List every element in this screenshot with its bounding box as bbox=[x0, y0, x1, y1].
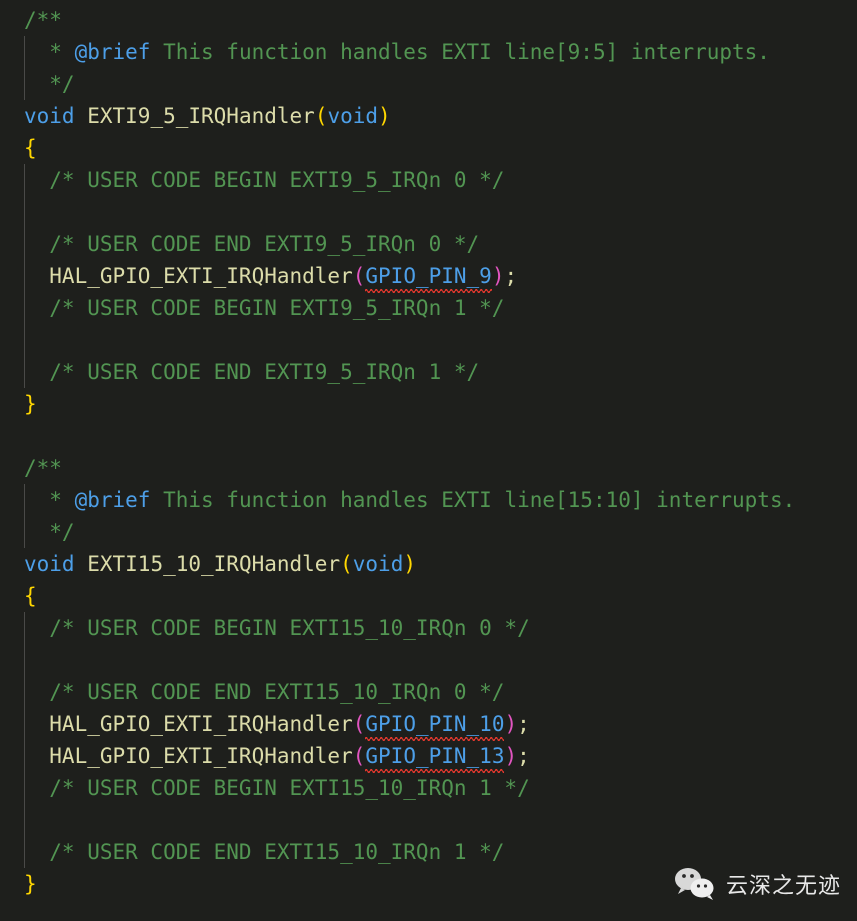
code-editor[interactable]: /** * @brief This function handles EXTI … bbox=[0, 0, 857, 921]
code-line: /** bbox=[0, 452, 857, 484]
semicolon: ; bbox=[517, 712, 530, 736]
code-line: { bbox=[0, 580, 857, 612]
paren-close: ) bbox=[504, 744, 518, 768]
paren-open: ( bbox=[314, 104, 328, 128]
code-line: { bbox=[0, 132, 857, 164]
comment-token: * bbox=[24, 488, 75, 512]
macro-argument: GPIO_PIN_10 bbox=[365, 708, 505, 741]
doc-tag-brief: @brief bbox=[74, 488, 151, 512]
paren-close: ) bbox=[504, 712, 518, 736]
code-line: /* USER CODE END EXTI9_5_IRQn 1 */ bbox=[0, 356, 857, 388]
watermark: 云深之无迹 bbox=[674, 867, 841, 901]
function-call-name: HAL_GPIO_EXTI_IRQHandler bbox=[24, 712, 353, 736]
code-line: */ bbox=[0, 516, 857, 548]
keyword-void: void bbox=[24, 552, 75, 576]
semicolon: ; bbox=[504, 264, 518, 288]
keyword-void-param: void bbox=[352, 552, 404, 576]
keyword-void-param: void bbox=[327, 104, 379, 128]
code-line: /** bbox=[0, 4, 857, 36]
paren-open: ( bbox=[352, 712, 366, 736]
code-line: /* USER CODE BEGIN EXTI15_10_IRQn 0 */ bbox=[0, 612, 857, 644]
comment-token: * bbox=[24, 40, 75, 64]
comment-token: /** bbox=[24, 8, 62, 32]
macro-argument: GPIO_PIN_13 bbox=[365, 740, 505, 773]
paren-open: ( bbox=[340, 552, 353, 576]
keyword-void: void bbox=[24, 104, 75, 128]
comment-token: /* USER CODE END EXTI9_5_IRQn 0 */ bbox=[24, 232, 480, 256]
function-name: EXTI9_5_IRQHandler bbox=[87, 104, 315, 128]
code-line: /* USER CODE BEGIN EXTI9_5_IRQn 1 */ bbox=[0, 292, 857, 324]
brace-close: } bbox=[24, 872, 37, 896]
comment-token: /* USER CODE BEGIN EXTI15_10_IRQn 0 */ bbox=[24, 616, 530, 640]
comment-token: /* USER CODE END EXTI9_5_IRQn 1 */ bbox=[24, 360, 480, 384]
comment-token: /* USER CODE BEGIN EXTI15_10_IRQn 1 */ bbox=[24, 776, 530, 800]
comment-token: This function handles EXTI line[15:10] i… bbox=[150, 488, 796, 512]
code-line: void EXTI15_10_IRQHandler(void) bbox=[0, 548, 857, 580]
macro-argument: GPIO_PIN_9 bbox=[365, 260, 493, 293]
code-line-blank bbox=[0, 804, 857, 836]
paren-close: ) bbox=[491, 264, 505, 288]
comment-token: */ bbox=[24, 520, 75, 544]
paren-close: ) bbox=[403, 552, 416, 576]
comment-token: /* USER CODE END EXTI15_10_IRQn 0 */ bbox=[24, 680, 505, 704]
code-line-blank bbox=[0, 644, 857, 676]
code-line: /* USER CODE END EXTI15_10_IRQn 1 */ bbox=[0, 836, 857, 868]
brace-open: { bbox=[24, 584, 37, 608]
doc-tag-brief: @brief bbox=[74, 40, 151, 64]
code-line-blank bbox=[0, 324, 857, 356]
paren-open: ( bbox=[352, 264, 366, 288]
code-line: HAL_GPIO_EXTI_IRQHandler(GPIO_PIN_10); bbox=[0, 708, 857, 741]
brace-close: } bbox=[24, 392, 37, 416]
code-line: /* USER CODE END EXTI15_10_IRQn 0 */ bbox=[0, 676, 857, 708]
function-call-name: HAL_GPIO_EXTI_IRQHandler bbox=[24, 744, 353, 768]
watermark-text: 云深之无迹 bbox=[725, 874, 841, 899]
code-line: * @brief This function handles EXTI line… bbox=[0, 484, 857, 516]
function-name: EXTI15_10_IRQHandler bbox=[87, 552, 341, 576]
comment-token: /* USER CODE BEGIN EXTI9_5_IRQn 1 */ bbox=[24, 296, 505, 320]
code-line: /* USER CODE BEGIN EXTI15_10_IRQn 1 */ bbox=[0, 772, 857, 804]
comment-token: /* USER CODE BEGIN EXTI9_5_IRQn 0 */ bbox=[24, 168, 505, 192]
comment-token: /** bbox=[24, 456, 62, 480]
comment-token: This function handles EXTI line[9:5] int… bbox=[150, 40, 770, 64]
code-line: HAL_GPIO_EXTI_IRQHandler(GPIO_PIN_13); bbox=[0, 740, 857, 773]
code-line: /* USER CODE BEGIN EXTI9_5_IRQn 0 */ bbox=[0, 164, 857, 196]
brace-open: { bbox=[24, 136, 37, 160]
code-line: * @brief This function handles EXTI line… bbox=[0, 36, 857, 68]
paren-open: ( bbox=[352, 744, 366, 768]
code-line: /* USER CODE END EXTI9_5_IRQn 0 */ bbox=[0, 228, 857, 260]
function-call-name: HAL_GPIO_EXTI_IRQHandler bbox=[24, 264, 353, 288]
comment-token: */ bbox=[24, 72, 75, 96]
comment-token: /* USER CODE END EXTI15_10_IRQn 1 */ bbox=[24, 840, 505, 864]
code-line: */ bbox=[0, 68, 857, 100]
code-line-blank bbox=[0, 196, 857, 228]
code-line: } bbox=[0, 388, 857, 420]
paren-close: ) bbox=[378, 104, 391, 128]
wechat-icon bbox=[674, 867, 716, 901]
code-line: void EXTI9_5_IRQHandler(void) bbox=[0, 100, 857, 132]
semicolon: ; bbox=[517, 744, 530, 768]
code-line: HAL_GPIO_EXTI_IRQHandler(GPIO_PIN_9); bbox=[0, 260, 857, 293]
